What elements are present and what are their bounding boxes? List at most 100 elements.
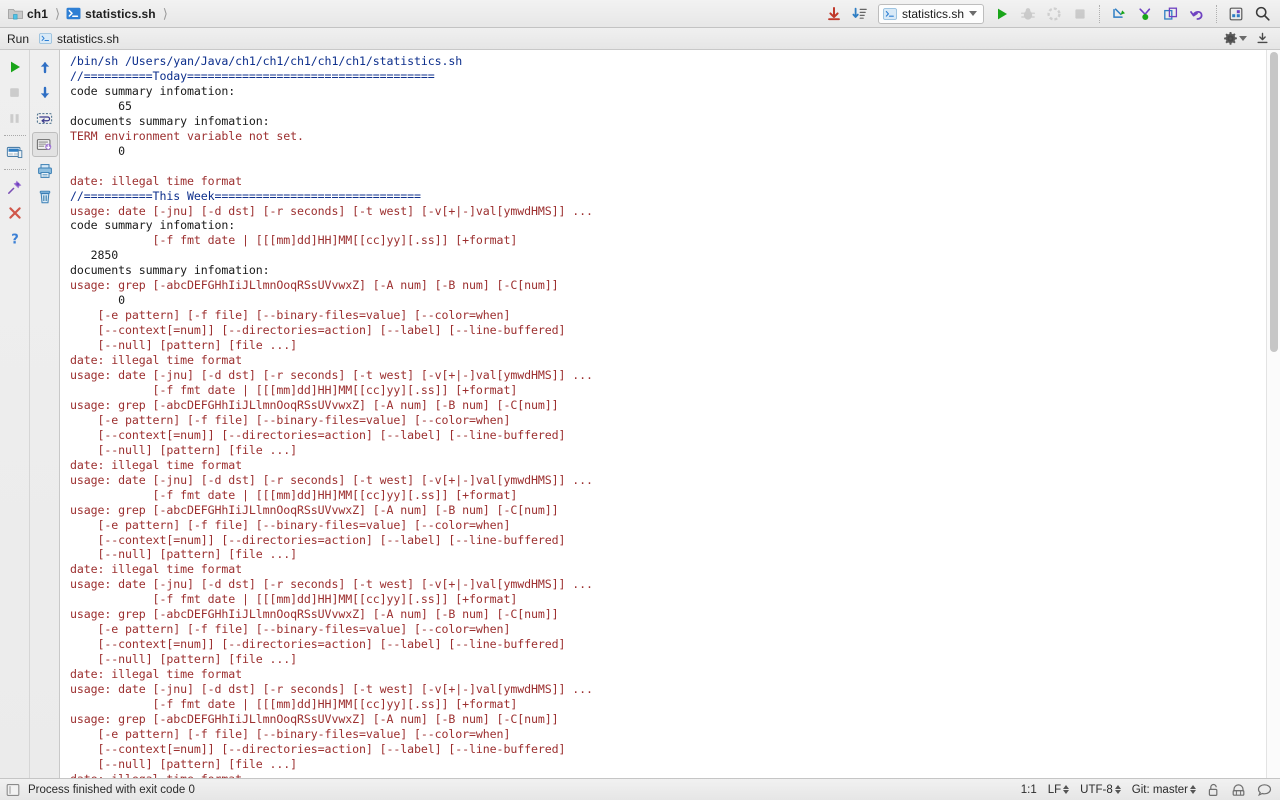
git-branch-indicator[interactable]: Git: master [1132, 784, 1196, 796]
status-bar: Process finished with exit code 0 1:1 LF… [0, 778, 1280, 800]
caret-position-indicator[interactable]: 1:1 [1021, 784, 1037, 796]
rerun-button[interactable] [2, 54, 28, 79]
run-side-toolbars: ? [0, 50, 60, 778]
help-button[interactable]: ? [2, 226, 28, 251]
encoding-indicator[interactable]: UTF-8 [1080, 784, 1121, 796]
console-line: [--null] [pattern] [file ...] [70, 442, 298, 457]
console-line: usage: date [-jnu] [-d dst] [-r seconds]… [70, 472, 593, 487]
vcs-update-icon [1111, 6, 1127, 22]
clear-all-button[interactable] [32, 184, 58, 209]
toolbar-divider-2 [1216, 4, 1217, 23]
soft-wrap-button[interactable] [32, 106, 58, 131]
console-actions-column [29, 50, 59, 778]
breadcrumb-item-file[interactable]: statistics.sh [64, 7, 158, 21]
console-line: 65 [70, 98, 132, 113]
toolbar-divider-2 [3, 169, 26, 170]
console-line: date: illegal time format [70, 772, 1280, 778]
shell-script-icon [883, 7, 897, 20]
console-line: [--null] [pattern] [file ...] [70, 547, 298, 562]
line-separator-indicator[interactable]: LF [1047, 783, 1070, 796]
console-line: TERM environment variable not set. [70, 128, 304, 143]
run-configuration-selector[interactable]: statistics.sh [877, 3, 984, 24]
dump-threads-button[interactable] [2, 140, 28, 165]
git-branch-label: Git: master [1131, 783, 1188, 796]
ide-window: ch1 ⟩ statistics.sh ⟩ statistics.sh Run … [0, 0, 1280, 800]
stop-square-icon [7, 85, 22, 100]
scroll-up-button[interactable] [32, 54, 58, 79]
hide-panel-button[interactable] [1250, 28, 1274, 50]
console-lines: /bin/sh /Users/yan/Java/ch1/ch1/ch1/ch1/… [70, 54, 1280, 778]
console-scrollbar-thumb[interactable] [1270, 52, 1278, 352]
line-separator-label: LF [1047, 783, 1062, 796]
question-mark-icon: ? [7, 231, 23, 247]
close-tab-button[interactable] [2, 200, 28, 225]
readonly-lock-icon[interactable] [1207, 783, 1220, 797]
console-line: documents summary infomation: [70, 113, 270, 128]
play-icon [994, 6, 1010, 22]
toolbar-actions: statistics.sh [822, 3, 1274, 25]
toolbar-divider [3, 135, 26, 136]
download-updates-button[interactable] [822, 3, 846, 25]
run-tab-statistics[interactable]: statistics.sh [39, 32, 119, 46]
layout-grid-button[interactable] [1224, 3, 1248, 25]
scroll-to-end-button[interactable] [31, 132, 58, 157]
console-vertical-scrollbar[interactable] [1266, 50, 1280, 778]
run-configuration-label: statistics.sh [901, 6, 964, 21]
run-panel-title: Run [7, 31, 30, 46]
pin-tab-button[interactable] [2, 174, 28, 199]
play-green-icon [7, 59, 23, 75]
console-line: code summary infomation: [70, 218, 236, 233]
console-line: [-e pattern] [-f file] [--binary-files=v… [70, 726, 511, 741]
console-line: [--null] [pattern] [file ...] [70, 338, 298, 353]
vcs-commit-button[interactable] [1133, 3, 1157, 25]
shell-script-icon [66, 7, 81, 20]
console-line: date: illegal time format [70, 173, 243, 188]
gear-icon [1223, 31, 1238, 46]
console-line: date: illegal time format [70, 667, 243, 682]
pin-icon [7, 179, 23, 195]
terminal-toggle-icon[interactable] [6, 783, 20, 797]
search-everywhere-button[interactable] [1250, 3, 1274, 25]
scroll-down-button[interactable] [32, 80, 58, 105]
console-line: usage: date [-jnu] [-d dst] [-r seconds]… [70, 368, 593, 383]
console-line: [-f fmt date | [[[mm]dd]HH]MM[[cc]yy][.s… [70, 487, 518, 502]
breadcrumb-item-project[interactable]: ch1 [6, 7, 50, 21]
folder-icon [8, 7, 23, 20]
download-sort-icon [852, 6, 868, 22]
vcs-rollback-button[interactable] [1185, 3, 1209, 25]
console-output[interactable]: /bin/sh /Users/yan/Java/ch1/ch1/ch1/ch1/… [60, 50, 1280, 778]
close-x-icon [7, 205, 23, 221]
main-toolbar: ch1 ⟩ statistics.sh ⟩ statistics.sh [0, 0, 1280, 28]
stop-process-button [2, 80, 28, 105]
sort-changes-button[interactable] [848, 3, 872, 25]
run-settings-button[interactable] [1223, 28, 1247, 50]
breadcrumb: ch1 ⟩ statistics.sh ⟩ [6, 6, 172, 22]
chevron-down-icon [969, 11, 977, 16]
console-line: //==========Today=======================… [70, 68, 435, 83]
console-line: [--null] [pattern] [file ...] [70, 652, 298, 667]
encoding-label: UTF-8 [1080, 783, 1113, 796]
console-line: [--context[=num]] [--directories=action]… [70, 532, 566, 547]
console-line: /bin/sh /Users/yan/Java/ch1/ch1/ch1/ch1/… [70, 54, 463, 68]
run-tool-window-header: Run statistics.sh [0, 28, 1280, 50]
run-button[interactable] [990, 3, 1014, 25]
console-line: [-e pattern] [-f file] [--binary-files=v… [70, 517, 511, 532]
threads-dump-icon [6, 145, 23, 160]
vcs-compare-button[interactable] [1159, 3, 1183, 25]
coverage-icon [1046, 6, 1062, 22]
inspection-hector-icon[interactable] [1231, 783, 1246, 797]
console-line: [-f fmt date | [[[mm]dd]HH]MM[[cc]yy][.s… [70, 382, 518, 397]
pause-icon [7, 111, 22, 126]
vcs-update-project-button[interactable] [1107, 3, 1131, 25]
print-button[interactable] [32, 158, 58, 183]
vcs-commit-icon [1137, 6, 1153, 22]
breadcrumb-separator: ⟩ [54, 5, 61, 21]
stop-button [1068, 3, 1092, 25]
hide-down-icon [1255, 31, 1270, 46]
run-coverage-button [1042, 3, 1066, 25]
console-line: 0 [70, 143, 126, 158]
console-line: [-f fmt date | [[[mm]dd]HH]MM[[cc]yy][.s… [70, 592, 518, 607]
console-line: [--null] [pattern] [file ...] [70, 756, 298, 771]
event-log-balloon-icon[interactable] [1257, 783, 1272, 797]
